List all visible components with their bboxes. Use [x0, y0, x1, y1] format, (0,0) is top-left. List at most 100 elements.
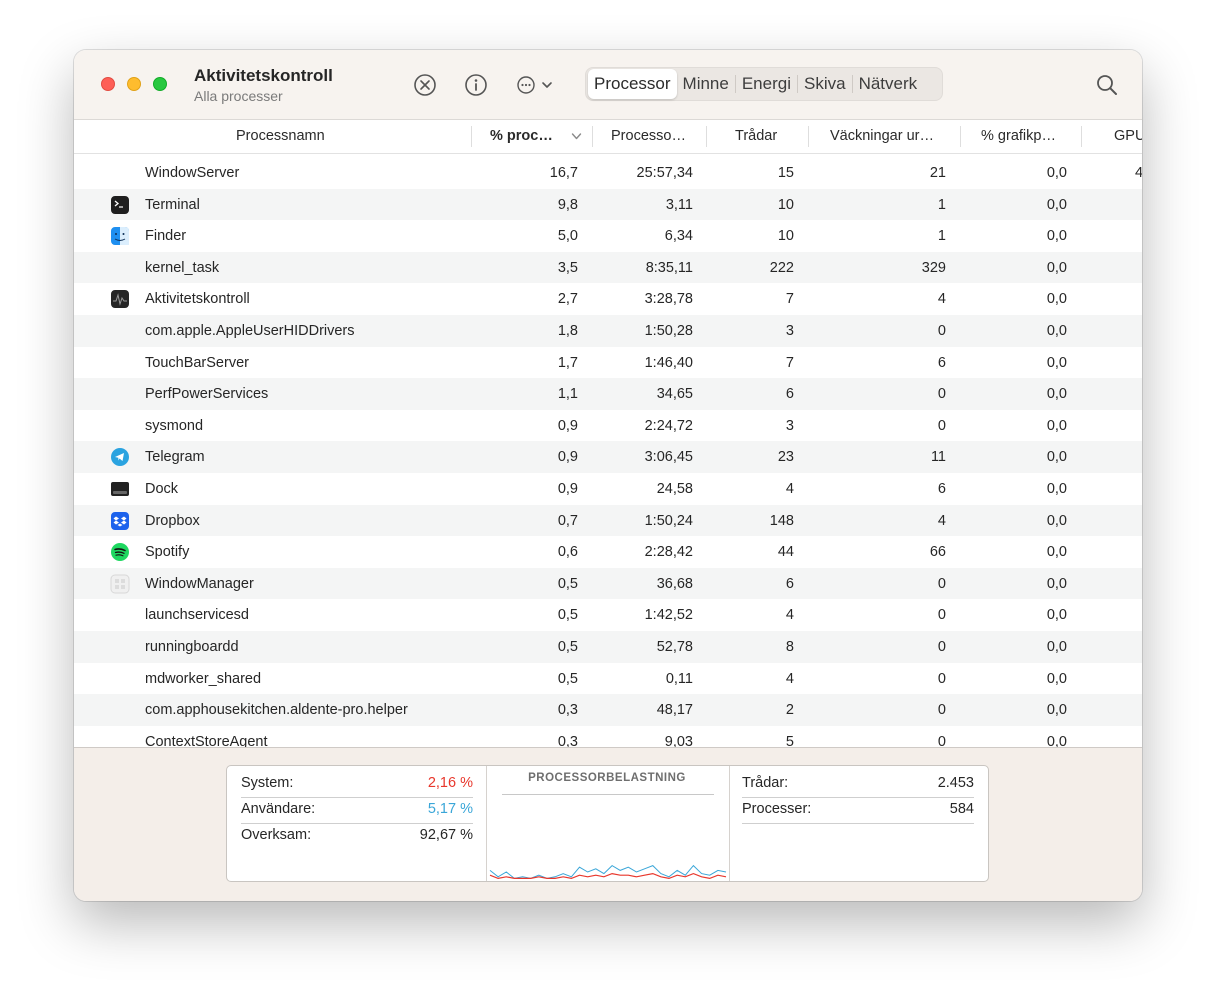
idle-wakeups-cell: 0: [937, 323, 946, 339]
column-gpu-time[interactable]: GPU: [1114, 128, 1142, 144]
table-row[interactable]: mdworker_shared 0,5 0,11 4 0 0,0: [74, 663, 1142, 695]
cpu-time-cell: 3,11: [665, 196, 693, 213]
threads-cell: 23: [777, 449, 794, 466]
cpu-percent-cell: 0,9: [557, 481, 578, 497]
process-name-cell: Telegram: [145, 449, 205, 466]
cpu-percent-cell: 0,6: [557, 544, 578, 561]
table-row[interactable]: Dock 0,9 24,58 4 6 0,0: [74, 473, 1142, 505]
cpu-time-cell: 2:28,42: [644, 544, 693, 561]
gpu-percent-cell: 0,0: [1046, 228, 1067, 245]
cpu-summary-panel: System: 2,16 % Användare: 5,17 % Overksa…: [226, 765, 989, 882]
tab-energi[interactable]: Energi: [736, 69, 797, 99]
panel-divider: [729, 766, 730, 881]
threads-cell: 5: [785, 733, 794, 747]
table-row[interactable]: TouchBarServer 1,7 1:46,40 7 6 0,0: [74, 347, 1142, 379]
table-row[interactable]: Spotify 0,6 2:28,42 44 66 0,0: [74, 536, 1142, 568]
column-divider[interactable]: [1081, 126, 1082, 147]
column-threads[interactable]: Trådar: [735, 128, 777, 144]
column-cpu-time[interactable]: Processo…: [611, 128, 686, 144]
column-gpu-percent[interactable]: % grafikp…: [981, 128, 1056, 144]
column-divider[interactable]: [592, 126, 593, 147]
table-row[interactable]: Finder 5,0 6,34 10 1 0,0: [74, 220, 1142, 252]
close-window-button[interactable]: [101, 77, 115, 91]
dock-app-icon: [110, 479, 130, 499]
idle-wakeups-cell: 0: [937, 733, 946, 747]
table-row[interactable]: WindowManager 0,5 36,68 6 0 0,0: [74, 567, 1142, 600]
idle-wakeups-cell: 66: [929, 544, 946, 561]
idle-wakeups-cell: 1: [937, 228, 946, 245]
more-actions-button[interactable]: [514, 72, 556, 98]
cpu-percent-cell: 0,3: [557, 702, 578, 719]
sort-descending-icon: [571, 133, 582, 140]
gpu-percent-cell: 0,0: [1046, 354, 1067, 371]
table-row[interactable]: launchservicesd 0,5 1:42,52 4 0 0,0: [74, 599, 1142, 631]
processes-label: Processer:: [742, 801, 812, 817]
zoom-window-button[interactable]: [153, 77, 167, 91]
table-row[interactable]: com.apphousekitchen.aldente-pro.helper 0,…: [74, 694, 1142, 726]
column-cpu-percent[interactable]: % proc…: [490, 128, 553, 144]
tab-minne[interactable]: Minne: [677, 69, 735, 99]
info-circle-icon: [465, 74, 487, 96]
gpu-percent-cell: 0,0: [1046, 196, 1067, 213]
process-name-cell: PerfPowerServices: [145, 386, 269, 403]
terminal-app-icon: [110, 195, 130, 215]
column-divider[interactable]: [471, 126, 472, 147]
search-button[interactable]: [1094, 72, 1120, 98]
gpu-percent-cell: 0,0: [1046, 702, 1067, 719]
cpu-percent-cell: 2,7: [557, 291, 578, 308]
threads-cell: 4: [785, 607, 794, 624]
threads-cell: 44: [777, 544, 794, 561]
cpu-percent-cell: 0,9: [557, 449, 578, 466]
table-row[interactable]: runningboardd 0,5 52,78 8 0 0,0: [74, 631, 1142, 663]
minimize-window-button[interactable]: [127, 77, 141, 91]
column-divider[interactable]: [960, 126, 961, 147]
idle-wakeups-cell: 1: [937, 196, 946, 213]
spotify-app-icon: [110, 542, 130, 562]
system-value: 2,16 %: [427, 775, 473, 791]
table-row[interactable]: PerfPowerServices 1,1 34,65 6 0 0,0: [74, 378, 1142, 410]
table-row[interactable]: kernel_task 3,5 8:35,11 222 329 0,0: [74, 251, 1142, 284]
activity-monitor-window: Aktivitetskontroll Alla processer Proces…: [74, 50, 1142, 901]
xmark-circle-icon: [414, 74, 436, 96]
tab-skiva[interactable]: Skiva: [798, 69, 852, 99]
table-row[interactable]: ContextStoreAgent 0,3 9,03 5 0 0,0: [74, 726, 1142, 747]
tab-natverk[interactable]: Nätverk: [853, 69, 924, 99]
threads-cell: 6: [785, 386, 794, 403]
column-divider[interactable]: [706, 126, 707, 147]
idle-wakeups-cell: 4: [937, 291, 946, 308]
cpu-time-cell: 2:24,72: [644, 417, 693, 434]
tab-processor[interactable]: Processor: [588, 69, 677, 99]
inspect-process-button[interactable]: [463, 72, 489, 98]
table-row[interactable]: com.apple.AppleUserHIDDrivers 1,8 1:50,28 3…: [74, 315, 1142, 347]
column-process-name[interactable]: Processnamn: [236, 128, 325, 144]
magnifyingglass-icon: [1097, 75, 1117, 95]
threads-cell: 10: [777, 196, 794, 213]
threads-row: Trådar: 2.453: [742, 771, 974, 798]
column-divider[interactable]: [808, 126, 809, 147]
process-name-cell: mdworker_shared: [145, 670, 262, 687]
table-row[interactable]: Dropbox 0,7 1:50,24 148 4 0,0: [74, 504, 1142, 537]
column-idle-wakeups[interactable]: Väckningar ur…: [830, 128, 934, 144]
cpu-percent-cell: 1,7: [557, 354, 578, 371]
table-row[interactable]: WindowServer 16,7 25:57,34 15 21 0,0 4: [74, 157, 1142, 189]
windowmanager-app-icon: [110, 574, 130, 594]
process-name-cell: WindowManager: [145, 575, 254, 592]
table-row[interactable]: Aktivitetskontroll 2,7 3:28,78 7 4 0,0: [74, 283, 1142, 315]
gpu-percent-cell: 0,0: [1046, 607, 1067, 624]
table-row[interactable]: Telegram 0,9 3:06,45 23 11 0,0: [74, 441, 1142, 473]
table-row[interactable]: sysmond 0,9 2:24,72 3 0 0,0: [74, 410, 1142, 442]
stop-process-button[interactable]: [412, 72, 438, 98]
user-label: Användare:: [241, 801, 316, 817]
idle-wakeups-cell: 0: [937, 607, 946, 624]
cpu-time-cell: 1:42,52: [644, 607, 693, 624]
threads-cell: 4: [785, 670, 794, 687]
ellipsis-circle-icon: [517, 76, 535, 94]
process-name-cell: ContextStoreAgent: [145, 733, 268, 747]
table-row[interactable]: Terminal 9,8 3,11 10 1 0,0: [74, 188, 1142, 221]
user-load-row: Användare: 5,17 %: [241, 797, 473, 824]
idle-value: 92,67 %: [419, 827, 473, 843]
cpu-percent-cell: 16,7: [549, 165, 578, 181]
gpu-percent-cell: 0,0: [1046, 575, 1067, 592]
process-name-cell: sysmond: [145, 417, 204, 434]
process-name-cell: Dock: [145, 481, 179, 497]
